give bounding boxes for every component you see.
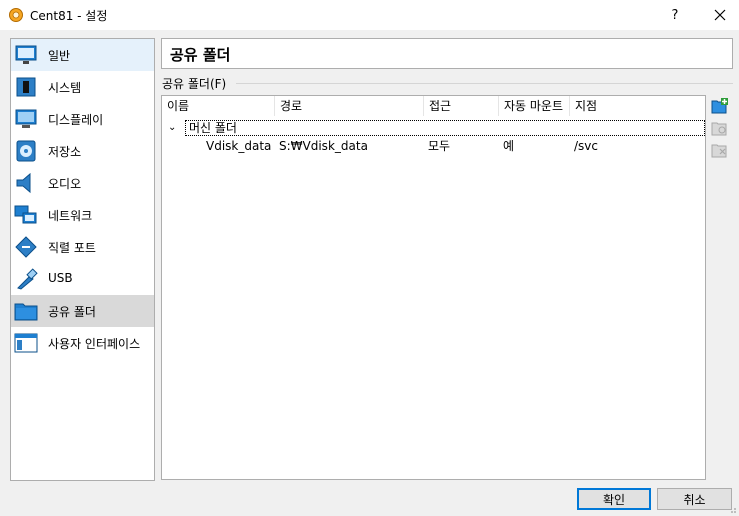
sidebar-item-general[interactable]: 일반 xyxy=(11,39,154,71)
sidebar-item-serial-port[interactable]: 직렬 포트 xyxy=(11,231,154,263)
system-icon xyxy=(16,77,36,97)
edit-folder-icon[interactable] xyxy=(711,119,729,137)
close-icon xyxy=(714,9,726,21)
storage-icon xyxy=(16,140,36,162)
network-icon xyxy=(14,205,37,224)
row-mount-point: /svc xyxy=(574,139,598,153)
sidebar-item-network[interactable]: 네트워크 xyxy=(11,199,154,231)
sidebar-item-system[interactable]: 시스템 xyxy=(11,71,154,103)
sidebar-item-label: 직렬 포트 xyxy=(48,241,96,255)
machine-folders-group-row[interactable]: 머신 폴더 xyxy=(185,120,705,136)
sidebar-item-storage[interactable]: 저장소 xyxy=(11,135,154,167)
help-button[interactable]: ? xyxy=(652,0,698,30)
ok-button[interactable]: 확인 xyxy=(577,488,651,510)
sidebar-item-display[interactable]: 디스플레이 xyxy=(11,103,154,135)
sidebar-item-label: 네트워크 xyxy=(48,209,93,223)
resize-grip-icon[interactable] xyxy=(727,504,737,514)
column-header-mount-point[interactable]: 지점 xyxy=(570,96,705,116)
column-header-access[interactable]: 접근 xyxy=(424,96,499,116)
sidebar-item-label: 디스플레이 xyxy=(48,113,104,127)
sidebar-item-usb[interactable]: USB xyxy=(11,263,154,295)
section-header: 공유 폴더 xyxy=(161,38,733,69)
sidebar-item-shared-folders[interactable]: 공유 폴더 xyxy=(11,295,154,327)
sidebar-item-label: 공유 폴더 xyxy=(48,305,96,319)
row-name[interactable]: Vdisk_data xyxy=(206,138,271,154)
usb-icon xyxy=(17,268,38,290)
shared-folders-group-label: 공유 폴더(F) xyxy=(162,75,231,92)
add-folder-icon[interactable] xyxy=(711,97,729,115)
close-button[interactable] xyxy=(697,0,739,30)
window-title: Cent81 - 설정 xyxy=(30,9,108,23)
remove-folder-icon[interactable] xyxy=(711,141,729,159)
sidebar-item-audio[interactable]: 오디오 xyxy=(11,167,154,199)
shared-folders-table[interactable]: 이름 경로 접근 자동 마운트 지점 ⌄ 머신 폴더 Vdisk_data S:… xyxy=(161,95,706,480)
shared-folder-icon xyxy=(14,303,38,321)
general-icon xyxy=(15,45,37,64)
user-interface-icon xyxy=(14,333,38,353)
sidebar-item-user-interface[interactable]: 사용자 인터페이스 xyxy=(11,327,154,359)
sidebar-item-label: 저장소 xyxy=(48,145,82,159)
serial-port-icon xyxy=(15,236,37,258)
display-icon xyxy=(15,109,37,128)
cancel-button[interactable]: 취소 xyxy=(657,488,732,510)
audio-icon xyxy=(16,172,31,194)
sidebar-item-label: 일반 xyxy=(48,49,71,63)
column-header-name[interactable]: 이름 xyxy=(162,96,275,116)
group-divider xyxy=(236,83,733,84)
chevron-down-icon[interactable]: ⌄ xyxy=(168,122,176,133)
sidebar-item-label: USB xyxy=(48,271,73,285)
column-header-automount[interactable]: 자동 마운트 xyxy=(499,96,570,116)
settings-sidebar: 일반 시스템 디스플레이 저장소 오디오 네트워크 직렬 포트 USB 공유 폴… xyxy=(10,38,155,481)
row-access: 모두 xyxy=(428,139,451,153)
column-header-path[interactable]: 경로 xyxy=(275,96,424,116)
title-bar: Cent81 - 설정 ? xyxy=(0,0,739,30)
page-title: 공유 폴더 xyxy=(170,46,231,64)
row-path: S:₩Vdisk_data xyxy=(279,139,368,153)
sidebar-item-label: 사용자 인터페이스 xyxy=(48,337,141,351)
group-label: 머신 폴더 xyxy=(189,121,237,135)
sidebar-item-label: 오디오 xyxy=(48,177,82,191)
row-automount: 예 xyxy=(503,139,515,153)
sidebar-item-label: 시스템 xyxy=(48,81,82,95)
virtualbox-gear-icon xyxy=(9,8,23,22)
